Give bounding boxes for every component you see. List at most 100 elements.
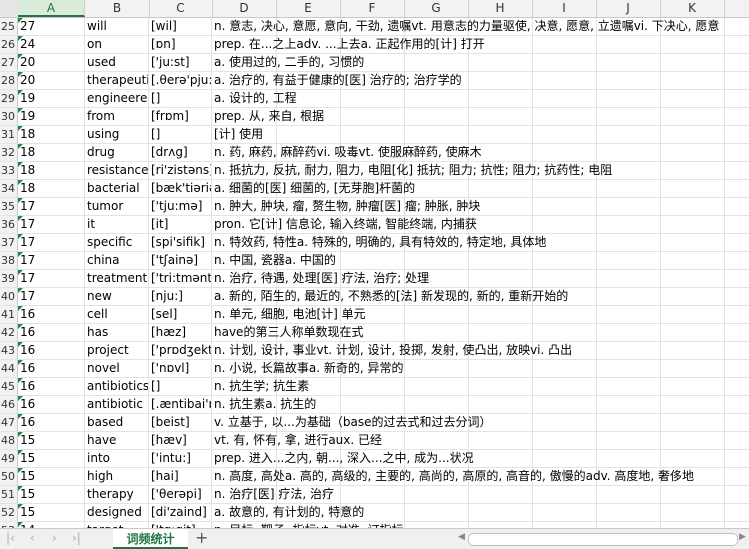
column-header-k[interactable]: K: [660, 0, 725, 17]
row-number[interactable]: 27: [0, 54, 18, 71]
cell-word[interactable]: project: [85, 342, 149, 359]
cell-word[interactable]: drug: [85, 144, 149, 161]
add-sheet-button[interactable]: +: [195, 529, 208, 549]
cell-word[interactable]: used: [85, 54, 149, 71]
row-number[interactable]: 52: [0, 504, 18, 521]
cell-count[interactable]: 17: [18, 198, 85, 215]
cell-count[interactable]: 15: [18, 486, 85, 503]
cell-phonetic[interactable]: [hæz]: [149, 324, 212, 341]
row-number[interactable]: 45: [0, 378, 18, 395]
cell-phonetic[interactable]: [nju:]: [149, 288, 212, 305]
scroll-right-icon[interactable]: ▶: [739, 532, 746, 542]
row-number[interactable]: 31: [0, 126, 18, 143]
cell-definition[interactable]: n. 抗生学; 抗生素: [212, 378, 749, 395]
cell-phonetic[interactable]: ['intu:]: [149, 450, 212, 467]
cell-word[interactable]: antibiotic: [85, 396, 149, 413]
cell-definition[interactable]: n. 高度, 高处a. 高的, 高级的, 主要的, 高尚的, 高原的, 高音的,…: [212, 468, 749, 485]
cell-phonetic[interactable]: [beist]: [149, 414, 212, 431]
row-number[interactable]: 37: [0, 234, 18, 251]
column-header-g[interactable]: G: [404, 0, 469, 17]
cell-count[interactable]: 16: [18, 414, 85, 431]
cell-definition[interactable]: n. 单元, 细胞, 电池[计] 单元: [212, 306, 749, 323]
cell-definition[interactable]: n. 肿大, 肿块, 瘤, 赘生物, 肿瘤[医] 瘤; 肿胀, 肿块: [212, 198, 749, 215]
cell-word[interactable]: therapy: [85, 486, 149, 503]
cell-definition[interactable]: n. 治疗, 待遇, 处理[医] 疗法, 治疗; 处理: [212, 270, 749, 287]
cell-count[interactable]: 17: [18, 216, 85, 233]
cell-phonetic[interactable]: ['ju:st]: [149, 54, 212, 71]
cell-phonetic[interactable]: [it]: [149, 216, 212, 233]
column-header-f[interactable]: F: [340, 0, 405, 17]
row-number[interactable]: 47: [0, 414, 18, 431]
cell-phonetic[interactable]: [ri'zistəns]: [149, 162, 212, 179]
cell-phonetic[interactable]: [.θerə'pju:t: [149, 72, 212, 89]
cell-word[interactable]: high: [85, 468, 149, 485]
cell-word[interactable]: will: [85, 18, 149, 35]
cell-word[interactable]: has: [85, 324, 149, 341]
cell-phonetic[interactable]: [di'zaind]: [149, 504, 212, 521]
cell-definition[interactable]: pron. 它[计] 信息论, 输入终端, 智能终端, 内捕获: [212, 216, 749, 233]
cell-definition[interactable]: a. 治疗的, 有益于健康的[医] 治疗的; 治疗学的: [212, 72, 749, 89]
cell-phonetic[interactable]: [hæv]: [149, 432, 212, 449]
column-header-b[interactable]: B: [85, 0, 150, 17]
row-number[interactable]: 40: [0, 288, 18, 305]
cell-phonetic[interactable]: []: [149, 378, 212, 395]
cell-phonetic[interactable]: [spi'sifik]: [149, 234, 212, 251]
cell-definition[interactable]: n. 计划, 设计, 事业vt. 计划, 设计, 投掷, 发射, 使凸出, 放映…: [212, 342, 749, 359]
cell-count[interactable]: 20: [18, 72, 85, 89]
next-sheet-icon[interactable]: ›: [52, 531, 57, 545]
cell-definition[interactable]: n. 药, 麻药, 麻醉药vi. 吸毒vt. 使服麻醉药, 使麻木: [212, 144, 749, 161]
cell-word[interactable]: from: [85, 108, 149, 125]
row-number[interactable]: 33: [0, 162, 18, 179]
cell-definition[interactable]: [计] 使用: [212, 126, 749, 143]
horizontal-scrollbar[interactable]: [468, 533, 738, 546]
row-number[interactable]: 38: [0, 252, 18, 269]
cell-count[interactable]: 15: [18, 504, 85, 521]
cell-word[interactable]: it: [85, 216, 149, 233]
cell-phonetic[interactable]: ['tju:mə]: [149, 198, 212, 215]
cell-definition[interactable]: a. 使用过的, 二手的, 习惯的: [212, 54, 749, 71]
cell-count[interactable]: 15: [18, 432, 85, 449]
row-number[interactable]: 34: [0, 180, 18, 197]
cell-phonetic[interactable]: []: [149, 90, 212, 107]
cell-count[interactable]: 18: [18, 126, 85, 143]
cell-word[interactable]: engineered: [85, 90, 149, 107]
column-header-i[interactable]: I: [532, 0, 597, 17]
cell-definition[interactable]: a. 故意的, 有计划的, 特意的: [212, 504, 749, 521]
cell-definition[interactable]: n. 意志, 决心, 意愿, 意向, 干劲, 遗嘱vt. 用意志的力量驱使, 决…: [212, 18, 749, 35]
cell-phonetic[interactable]: [frɒm]: [149, 108, 212, 125]
row-number[interactable]: 35: [0, 198, 18, 215]
cell-phonetic[interactable]: [ɒn]: [149, 36, 212, 53]
cell-count[interactable]: 17: [18, 270, 85, 287]
cell-count[interactable]: 19: [18, 90, 85, 107]
cell-phonetic[interactable]: ['tʃainə]: [149, 252, 212, 269]
cell-phonetic[interactable]: ['θerəpi]: [149, 486, 212, 503]
cell-count[interactable]: 19: [18, 108, 85, 125]
cell-phonetic[interactable]: ['tri:tmənt]: [149, 270, 212, 287]
cell-word[interactable]: therapeutic: [85, 72, 149, 89]
cell-word[interactable]: on: [85, 36, 149, 53]
cell-count[interactable]: 20: [18, 54, 85, 71]
cell-phonetic[interactable]: [sel]: [149, 306, 212, 323]
cell-word[interactable]: tumor: [85, 198, 149, 215]
cell-count[interactable]: 17: [18, 252, 85, 269]
column-header-a[interactable]: A: [18, 0, 85, 17]
row-number[interactable]: 48: [0, 432, 18, 449]
cell-phonetic[interactable]: []: [149, 126, 212, 143]
cell-word[interactable]: designed: [85, 504, 149, 521]
row-number[interactable]: 51: [0, 486, 18, 503]
cell-count[interactable]: 15: [18, 468, 85, 485]
cell-definition[interactable]: prep. 在...之上adv. ...上去a. 正起作用的[计] 打开: [212, 36, 749, 53]
cell-count[interactable]: 24: [18, 36, 85, 53]
cell-count[interactable]: 16: [18, 306, 85, 323]
sheet-tab-word-frequency[interactable]: 词频统计: [113, 529, 188, 549]
cell-definition[interactable]: n. 小说, 长篇故事a. 新奇的, 异常的: [212, 360, 749, 377]
scroll-left-icon[interactable]: ◀: [458, 532, 465, 542]
cell-word[interactable]: have: [85, 432, 149, 449]
cell-word[interactable]: using: [85, 126, 149, 143]
cell-word[interactable]: bacterial: [85, 180, 149, 197]
row-number[interactable]: 32: [0, 144, 18, 161]
cell-phonetic[interactable]: [drʌg]: [149, 144, 212, 161]
cell-definition[interactable]: prep. 从, 来自, 根据: [212, 108, 749, 125]
column-header-c[interactable]: C: [149, 0, 213, 17]
cell-count[interactable]: 16: [18, 378, 85, 395]
